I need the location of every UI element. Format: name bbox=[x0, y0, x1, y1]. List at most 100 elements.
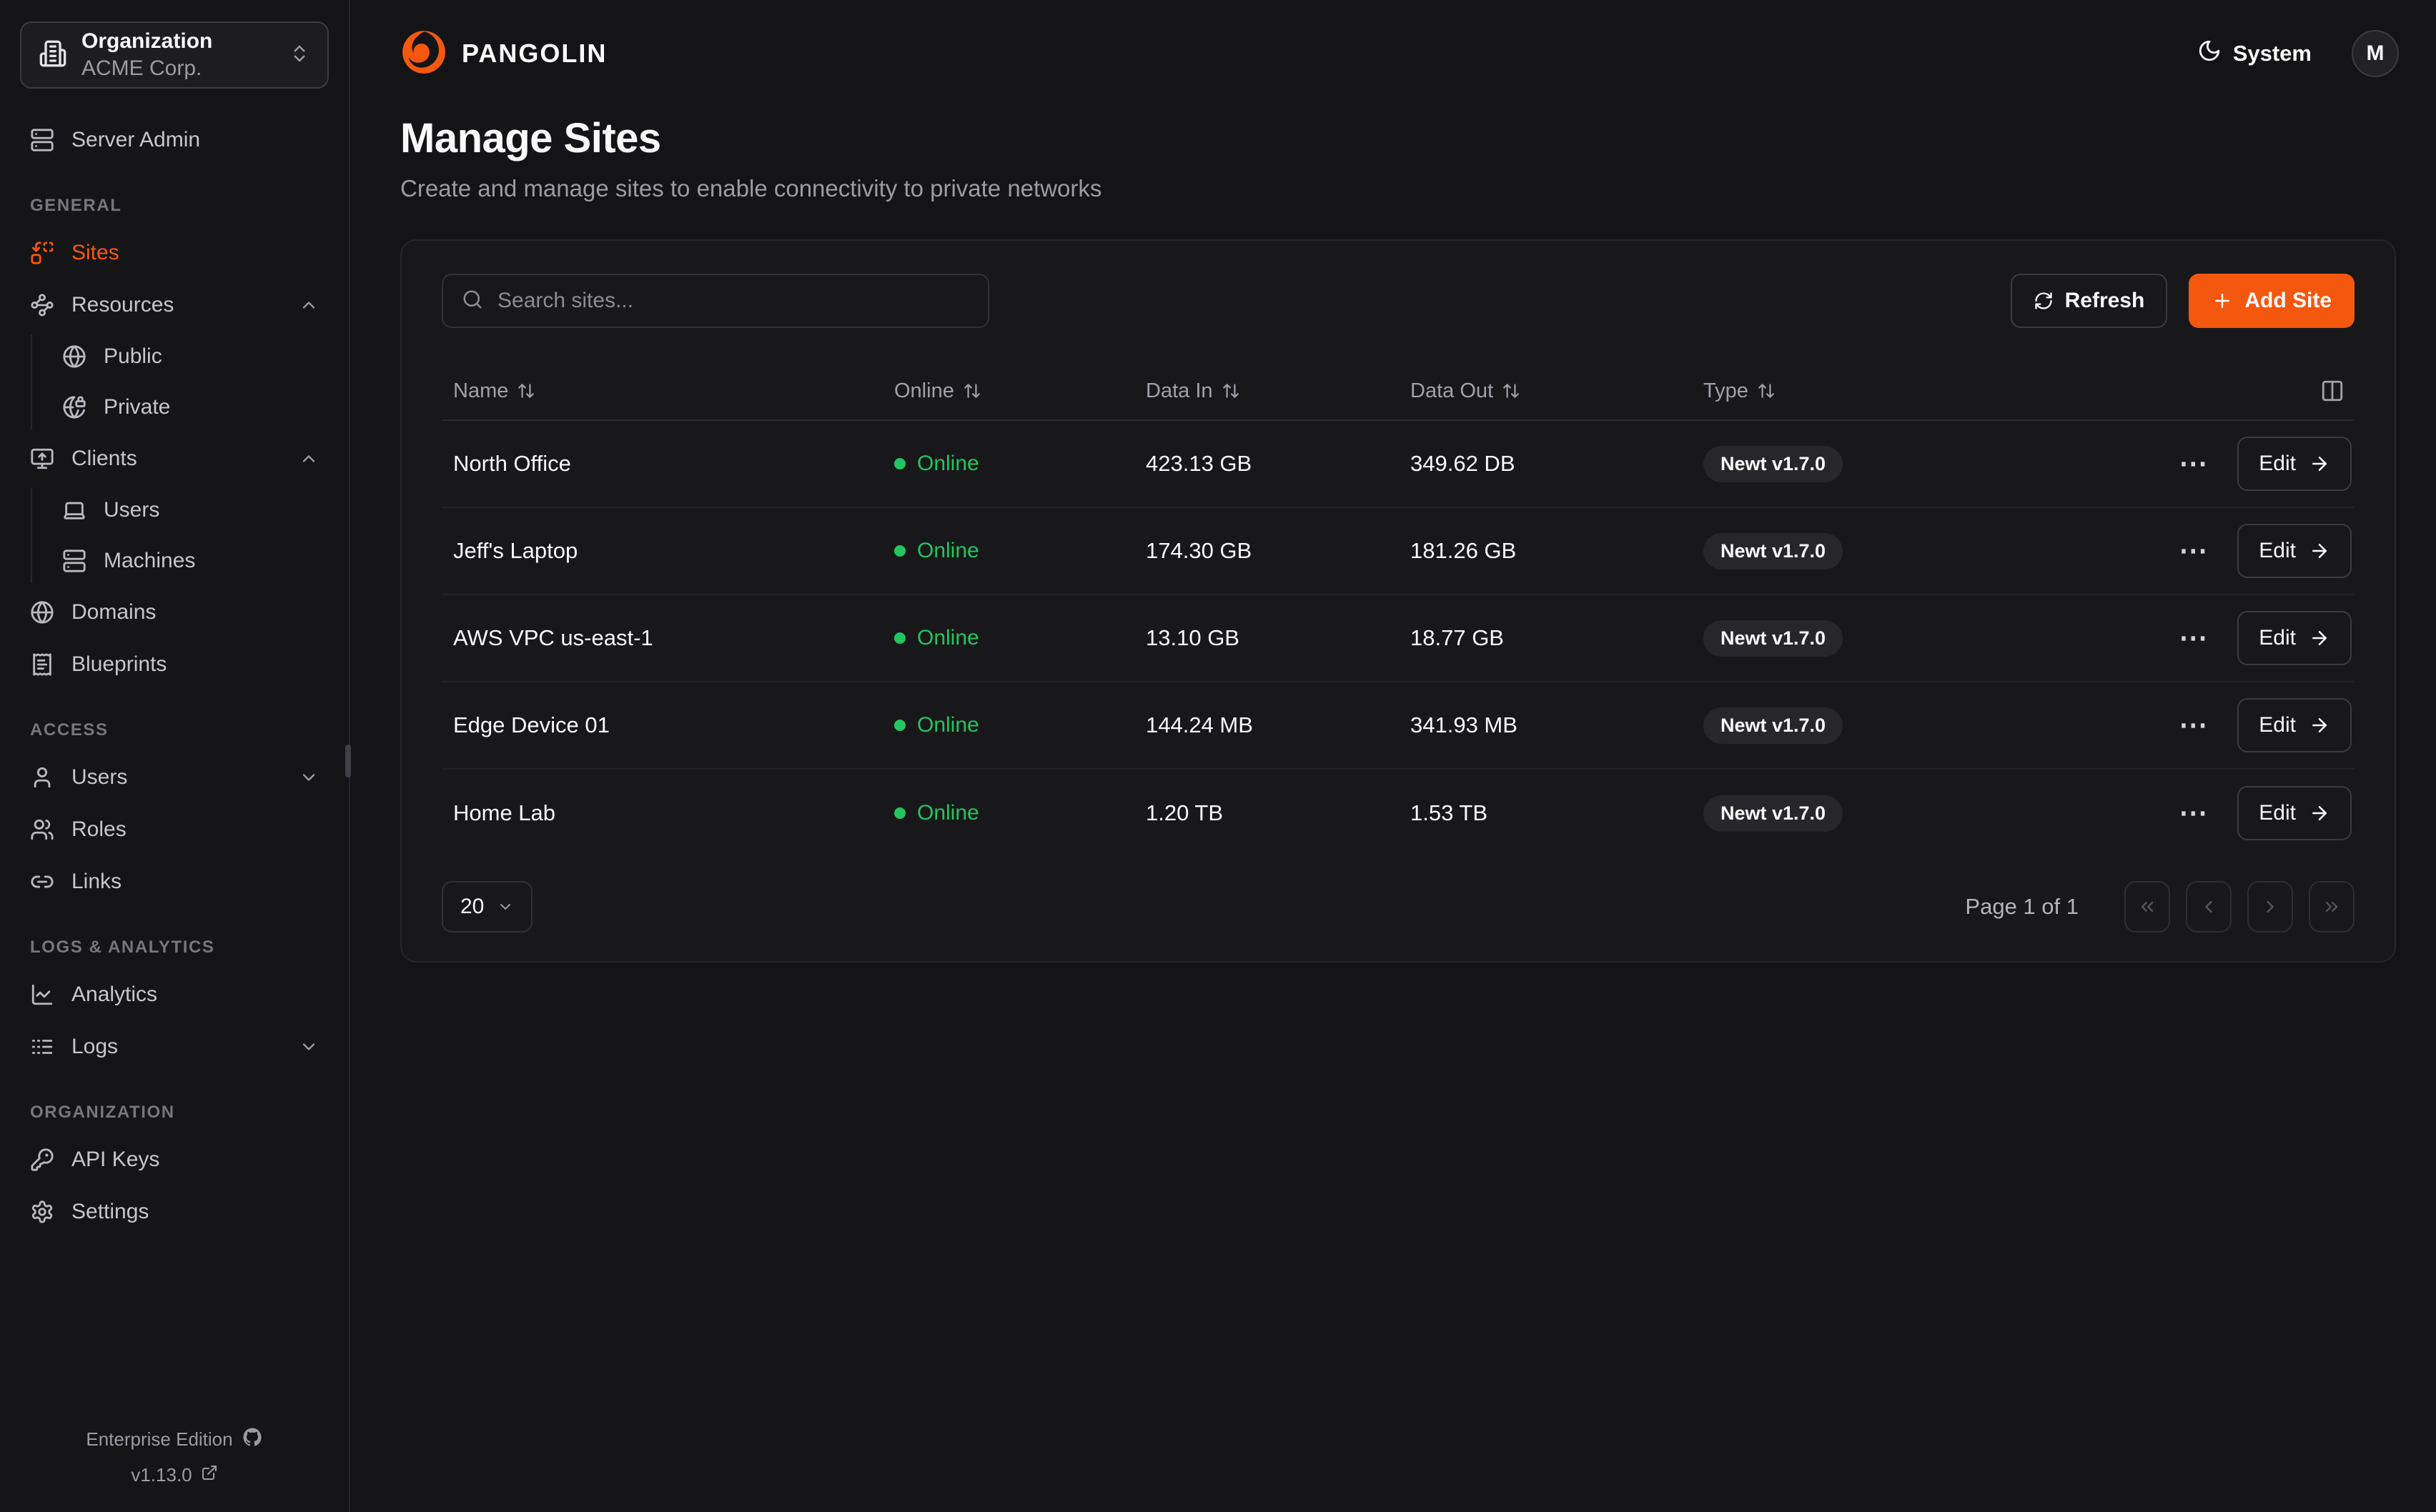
row-menu-button[interactable]: ⋯ bbox=[2174, 538, 2213, 564]
laptop-icon bbox=[62, 498, 86, 522]
sort-icon bbox=[517, 382, 535, 400]
sidebar-item-machines[interactable]: Machines bbox=[52, 539, 329, 583]
sidebar-item-label: Domains bbox=[71, 600, 319, 625]
online-status: Online bbox=[917, 452, 979, 476]
edition-link[interactable]: Enterprise Edition bbox=[86, 1426, 262, 1453]
org-switcher-value: ACME Corp. bbox=[81, 56, 274, 81]
settings-icon bbox=[30, 1200, 54, 1224]
moon-icon bbox=[2197, 39, 2222, 69]
sidebar-item-api-keys[interactable]: API Keys bbox=[20, 1137, 329, 1183]
sort-icon bbox=[1502, 382, 1520, 400]
cell-online: Online bbox=[883, 452, 1134, 476]
sidebar-item-settings[interactable]: Settings bbox=[20, 1189, 329, 1235]
online-dot bbox=[894, 720, 906, 731]
sidebar-item-links[interactable]: Links bbox=[20, 859, 329, 905]
type-badge: Newt v1.7.0 bbox=[1703, 446, 1843, 482]
brand-name: PANGOLIN bbox=[462, 39, 607, 69]
sidebar-item-label: Private bbox=[104, 395, 319, 419]
refresh-button[interactable]: Refresh bbox=[2011, 274, 2168, 328]
app-root: Organization ACME Corp. Server Admin GEN… bbox=[0, 0, 2436, 1512]
external-link-icon bbox=[201, 1464, 218, 1486]
cell-online: Online bbox=[883, 801, 1134, 825]
next-page-button[interactable] bbox=[2247, 881, 2293, 932]
chevron-down-icon bbox=[299, 767, 319, 787]
edit-button[interactable]: Edit bbox=[2237, 611, 2352, 665]
add-site-button[interactable]: Add Site bbox=[2189, 274, 2355, 328]
sites-card: Refresh Add Site Name bbox=[400, 239, 2396, 963]
search-icon bbox=[462, 289, 483, 314]
column-header-data-in[interactable]: Data In bbox=[1134, 379, 1399, 403]
sidebar-item-sites[interactable]: Sites bbox=[20, 230, 329, 276]
sidebar-item-analytics[interactable]: Analytics bbox=[20, 972, 329, 1018]
prev-page-button[interactable] bbox=[2186, 881, 2232, 932]
online-dot bbox=[894, 632, 906, 644]
sidebar-item-blueprints[interactable]: Blueprints bbox=[20, 642, 329, 687]
monitor-up-icon bbox=[30, 447, 54, 471]
sidebar-item-resources[interactable]: Resources bbox=[20, 282, 329, 328]
cell-type: Newt v1.7.0 bbox=[1692, 446, 2006, 482]
edit-button[interactable]: Edit bbox=[2237, 786, 2352, 840]
users-icon bbox=[30, 817, 54, 842]
chart-line-icon bbox=[30, 983, 54, 1007]
globe-icon bbox=[62, 344, 86, 369]
arrow-right-icon bbox=[2309, 540, 2330, 562]
column-options-button[interactable] bbox=[2316, 374, 2349, 407]
sort-icon bbox=[1757, 382, 1776, 400]
sidebar-item-users[interactable]: Users bbox=[20, 755, 329, 800]
brand[interactable]: PANGOLIN bbox=[400, 29, 607, 79]
sidebar-item-private[interactable]: Private bbox=[52, 385, 329, 429]
org-switcher[interactable]: Organization ACME Corp. bbox=[20, 21, 329, 89]
type-badge: Newt v1.7.0 bbox=[1703, 795, 1843, 832]
sidebar-item-clients[interactable]: Clients bbox=[20, 436, 329, 482]
sidebar-item-label: Server Admin bbox=[71, 128, 319, 152]
sort-icon bbox=[963, 382, 981, 400]
row-menu-button[interactable]: ⋯ bbox=[2174, 800, 2213, 826]
avatar[interactable]: M bbox=[2352, 30, 2399, 77]
sidebar-item-domains[interactable]: Domains bbox=[20, 590, 329, 635]
search-input[interactable] bbox=[497, 289, 969, 313]
cell-type: Newt v1.7.0 bbox=[1692, 533, 2006, 570]
sidebar-item-public[interactable]: Public bbox=[52, 334, 329, 379]
column-header-type[interactable]: Type bbox=[1692, 379, 2006, 403]
key-icon bbox=[30, 1148, 54, 1172]
content: Manage Sites Create and manage sites to … bbox=[350, 107, 2436, 963]
theme-toggle[interactable]: System bbox=[2197, 39, 2312, 69]
sidebar-item-label: Links bbox=[71, 870, 319, 894]
column-header-data-out[interactable]: Data Out bbox=[1399, 379, 1692, 403]
section-label: LOGS & ANALYTICS bbox=[20, 937, 329, 958]
row-menu-button[interactable]: ⋯ bbox=[2174, 625, 2213, 651]
sites-icon bbox=[30, 241, 54, 265]
sidebar-item-logs[interactable]: Logs bbox=[20, 1024, 329, 1070]
cell-data-in: 144.24 MB bbox=[1134, 712, 1399, 738]
page-size-select[interactable]: 20 bbox=[442, 881, 533, 932]
sidebar-item-users[interactable]: Users bbox=[52, 488, 329, 532]
sort-icon bbox=[1222, 382, 1240, 400]
online-dot bbox=[894, 807, 906, 819]
page-subtitle: Create and manage sites to enable connec… bbox=[400, 175, 2396, 202]
column-header-online[interactable]: Online bbox=[883, 379, 1134, 403]
row-menu-button[interactable]: ⋯ bbox=[2174, 451, 2213, 477]
link-icon bbox=[30, 870, 54, 894]
column-header-name[interactable]: Name bbox=[442, 379, 883, 403]
section-label: ACCESS bbox=[20, 720, 329, 740]
server-icon bbox=[62, 549, 86, 573]
row-menu-button[interactable]: ⋯ bbox=[2174, 712, 2213, 738]
page-title: Manage Sites bbox=[400, 114, 2396, 162]
table-row: AWS VPC us-east-1Online13.10 GB18.77 GBN… bbox=[442, 595, 2355, 682]
sidebar-item-label: Analytics bbox=[71, 983, 319, 1007]
edit-button[interactable]: Edit bbox=[2237, 524, 2352, 578]
sidebar-resize-handle[interactable] bbox=[345, 745, 351, 777]
first-page-button[interactable] bbox=[2124, 881, 2170, 932]
sidebar-item-roles[interactable]: Roles bbox=[20, 807, 329, 852]
building-icon bbox=[39, 39, 67, 71]
table-row: Jeff's LaptopOnline174.30 GB181.26 GBNew… bbox=[442, 508, 2355, 595]
sidebar-item-label: Roles bbox=[71, 817, 319, 842]
edit-button[interactable]: Edit bbox=[2237, 437, 2352, 491]
online-dot bbox=[894, 545, 906, 557]
last-page-button[interactable] bbox=[2309, 881, 2355, 932]
cell-type: Newt v1.7.0 bbox=[1692, 707, 2006, 744]
github-icon bbox=[242, 1426, 263, 1453]
version-link[interactable]: v1.13.0 bbox=[131, 1464, 217, 1486]
edit-button[interactable]: Edit bbox=[2237, 698, 2352, 752]
sidebar-item-server-admin[interactable]: Server Admin bbox=[20, 117, 329, 163]
